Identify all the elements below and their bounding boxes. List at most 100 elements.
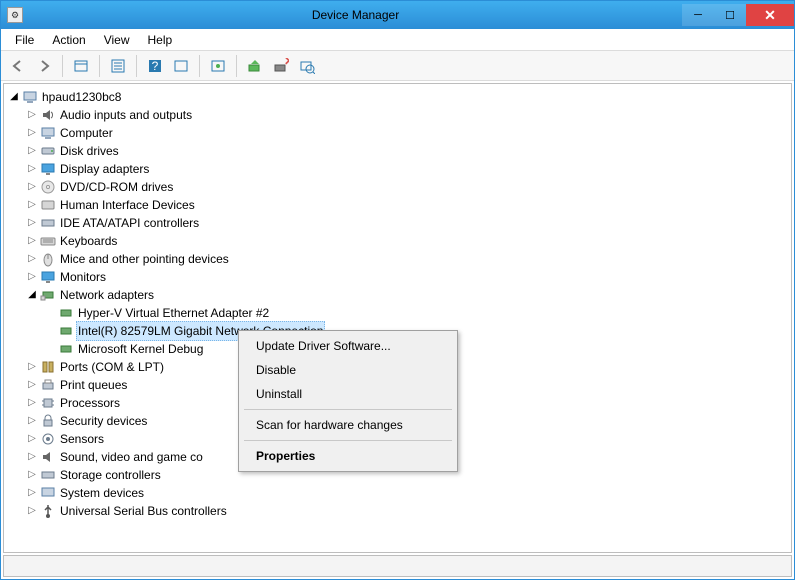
tree-item-usb[interactable]: ▷ Universal Serial Bus controllers (26, 502, 789, 520)
hid-icon (40, 197, 56, 213)
tree-item-display[interactable]: ▷Display adapters (26, 160, 789, 178)
security-icon (40, 413, 56, 429)
context-separator (244, 440, 452, 441)
tree-item-audio[interactable]: ▷ Audio inputs and outputs (26, 106, 789, 124)
usb-icon (40, 503, 56, 519)
expand-icon[interactable]: ▷ (26, 448, 38, 466)
help-button[interactable]: ? (144, 55, 166, 77)
tree-item-label: Audio inputs and outputs (58, 106, 194, 124)
menu-bar: File Action View Help (1, 29, 794, 51)
expand-icon[interactable]: ▷ (26, 412, 38, 430)
expand-icon[interactable]: ◢ (8, 88, 20, 106)
expand-icon[interactable]: ▷ (26, 196, 38, 214)
network-adapter-icon (58, 341, 74, 357)
computer-icon (22, 89, 38, 105)
svg-text:✕: ✕ (284, 58, 289, 68)
menu-view[interactable]: View (96, 31, 138, 49)
expand-icon[interactable]: ▷ (26, 268, 38, 286)
context-update-driver[interactable]: Update Driver Software... (242, 334, 454, 358)
scan-hardware-button[interactable] (296, 55, 318, 77)
expand-icon[interactable]: ▷ (26, 250, 38, 268)
expand-icon[interactable]: ▷ (26, 160, 38, 178)
tree-item-label: Disk drives (58, 142, 121, 160)
tree-item-network[interactable]: ◢ Network adapters (26, 286, 789, 304)
tree-item-system[interactable]: ▷System devices (26, 484, 789, 502)
tree-item-ide[interactable]: ▷ IDE ATA/ATAPI controllers (26, 214, 789, 232)
tree-item-label: Computer (58, 124, 115, 142)
context-disable[interactable]: Disable (242, 358, 454, 382)
back-button[interactable] (7, 55, 29, 77)
printer-icon (40, 377, 56, 393)
close-button[interactable]: ✕ (746, 4, 794, 26)
show-hidden-button[interactable] (70, 55, 92, 77)
menu-file[interactable]: File (7, 31, 42, 49)
tree-item-mice[interactable]: ▷Mice and other pointing devices (26, 250, 789, 268)
expand-icon[interactable]: ▷ (26, 142, 38, 160)
app-icon: ⚙ (7, 7, 23, 23)
minimize-button[interactable]: ─ (682, 4, 714, 26)
window-title: Device Manager (29, 8, 682, 22)
sound-icon (40, 449, 56, 465)
tree-item-dvd[interactable]: ▷DVD/CD-ROM drives (26, 178, 789, 196)
expand-icon[interactable]: ▷ (26, 124, 38, 142)
tree-item-label: Universal Serial Bus controllers (58, 502, 229, 520)
keyboard-icon (40, 233, 56, 249)
tree-item-computer[interactable]: ▷ Computer (26, 124, 789, 142)
ports-icon (40, 359, 56, 375)
expand-icon[interactable]: ▷ (26, 394, 38, 412)
expand-icon[interactable]: ▷ (26, 430, 38, 448)
expand-icon[interactable]: ▷ (26, 376, 38, 394)
processor-icon (40, 395, 56, 411)
expand-icon[interactable]: ▷ (26, 466, 38, 484)
tree-item-disk[interactable]: ▷ Disk drives (26, 142, 789, 160)
menu-action[interactable]: Action (44, 31, 93, 49)
context-menu: Update Driver Software... Disable Uninst… (238, 330, 458, 472)
expand-icon[interactable]: ◢ (26, 286, 38, 304)
context-scan-hardware[interactable]: Scan for hardware changes (242, 413, 454, 437)
display-icon (40, 161, 56, 177)
expand-icon[interactable]: ▷ (26, 502, 38, 520)
expand-icon[interactable]: ▷ (26, 106, 38, 124)
forward-button[interactable] (33, 55, 55, 77)
status-bar (3, 555, 792, 577)
expand-icon[interactable]: ▷ (26, 232, 38, 250)
tree-item-label: Sensors (58, 430, 106, 448)
update-driver-button[interactable] (207, 55, 229, 77)
maximize-button[interactable]: ☐ (714, 4, 746, 26)
tree-item-label: Network adapters (58, 286, 156, 304)
toolbar-separator (136, 55, 137, 77)
tree-root-label: hpaud1230bc8 (40, 88, 123, 106)
tree-item-label: Ports (COM & LPT) (58, 358, 166, 376)
expand-icon[interactable]: ▷ (26, 214, 38, 232)
tree-item-keyboard[interactable]: ▷Keyboards (26, 232, 789, 250)
context-uninstall[interactable]: Uninstall (242, 382, 454, 406)
tree-item-monitors[interactable]: ▷ Monitors (26, 268, 789, 286)
enable-button[interactable] (244, 55, 266, 77)
tree-item-net-hyperv[interactable]: Hyper-V Virtual Ethernet Adapter #2 (44, 304, 789, 322)
expand-icon[interactable]: ▷ (26, 358, 38, 376)
sensors-icon (40, 431, 56, 447)
tree-item-label: Hyper-V Virtual Ethernet Adapter #2 (76, 304, 271, 322)
view-button[interactable] (170, 55, 192, 77)
monitor-icon (40, 269, 56, 285)
properties-button[interactable] (107, 55, 129, 77)
menu-help[interactable]: Help (140, 31, 181, 49)
device-tree[interactable]: ◢ hpaud1230bc8 ▷ Audio inputs and outputs… (3, 83, 792, 553)
tree-root[interactable]: ◢ hpaud1230bc8 (8, 88, 789, 106)
uninstall-button[interactable]: ✕ (270, 55, 292, 77)
dvd-icon (40, 179, 56, 195)
tree-item-hid[interactable]: ▷Human Interface Devices (26, 196, 789, 214)
network-icon (40, 287, 56, 303)
tree-item-label: IDE ATA/ATAPI controllers (58, 214, 201, 232)
toolbar-separator (199, 55, 200, 77)
tree-item-label: Monitors (58, 268, 108, 286)
audio-icon (40, 107, 56, 123)
toolbar-separator (99, 55, 100, 77)
tree-item-label: Print queues (58, 376, 129, 394)
context-properties[interactable]: Properties (242, 444, 454, 468)
context-separator (244, 409, 452, 410)
expand-icon[interactable]: ▷ (26, 178, 38, 196)
tree-item-label: Processors (58, 394, 122, 412)
expand-icon[interactable]: ▷ (26, 484, 38, 502)
tree-item-label: Sound, video and game co (58, 448, 205, 466)
